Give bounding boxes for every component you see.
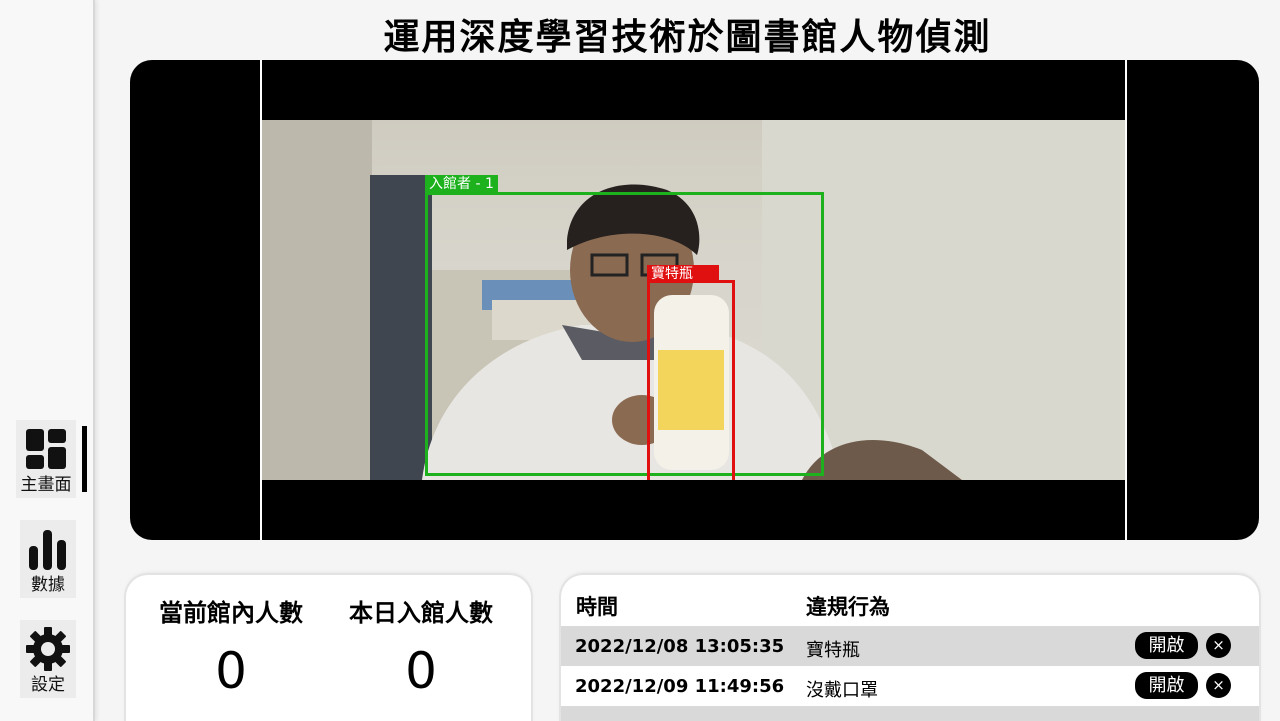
row-violation: 寶特瓶 [806,640,860,661]
sidebar-item-label: 數據 [31,575,65,595]
row-time: 2022/12/09 11:49:56 [575,676,785,697]
row-violation: 沒戴口罩 [806,680,878,701]
violations-table: 時間 違規行為 2022/12/08 13:05:35 寶特瓶 開啟 × 202… [561,575,1259,721]
close-icon[interactable]: × [1206,633,1231,658]
table-row: 2022/12/08 13:05:35 寶特瓶 開啟 × [561,626,1259,666]
current-occupancy-label: 當前館內人數 [159,599,303,627]
video-panel: 入館者 - 1 寶特瓶 [130,60,1259,540]
row-time: 2022/12/08 13:05:35 [575,636,785,657]
today-entries-value: 0 [405,642,437,700]
person-detection-box [425,192,824,476]
table-row-partial [561,706,1259,721]
bottle-detection-label: 寶特瓶 [647,265,719,283]
table-row: 2022/12/09 11:49:56 沒戴口罩 開啟 × [561,666,1259,706]
column-header-time: 時間 [576,595,618,619]
sidebar: 主畫面 數據 設定 [0,0,95,721]
sidebar-item-label: 設定 [31,675,65,695]
today-entries-label: 本日入館人數 [349,599,493,627]
dashboard-icon [26,429,66,469]
page-title: 運用深度學習技術於圖書館人物偵測 [383,17,992,58]
column-header-violation: 違規行為 [806,595,890,619]
person-detection-label: 入館者 - 1 [425,175,498,193]
bottle-detection-box [647,280,735,480]
gear-icon [26,627,70,671]
sidebar-item-settings[interactable]: 設定 [20,620,76,698]
bar-chart-icon [29,530,66,570]
camera-feed-image: 入館者 - 1 寶特瓶 [262,120,1125,480]
open-button[interactable]: 開啟 [1135,672,1198,699]
close-icon[interactable]: × [1206,673,1231,698]
current-occupancy: 當前館內人數 0 [136,593,326,700]
video-frame: 入館者 - 1 寶特瓶 [260,60,1127,540]
sidebar-item-data[interactable]: 數據 [20,520,76,598]
sidebar-item-home[interactable]: 主畫面 [16,420,76,498]
open-button[interactable]: 開啟 [1135,632,1198,659]
today-entries: 本日入館人數 0 [326,593,516,700]
sidebar-item-label: 主畫面 [20,475,72,495]
current-occupancy-value: 0 [215,642,247,700]
occupancy-stats-card: 當前館內人數 0 本日入館人數 0 [126,575,531,721]
active-indicator [82,426,87,492]
